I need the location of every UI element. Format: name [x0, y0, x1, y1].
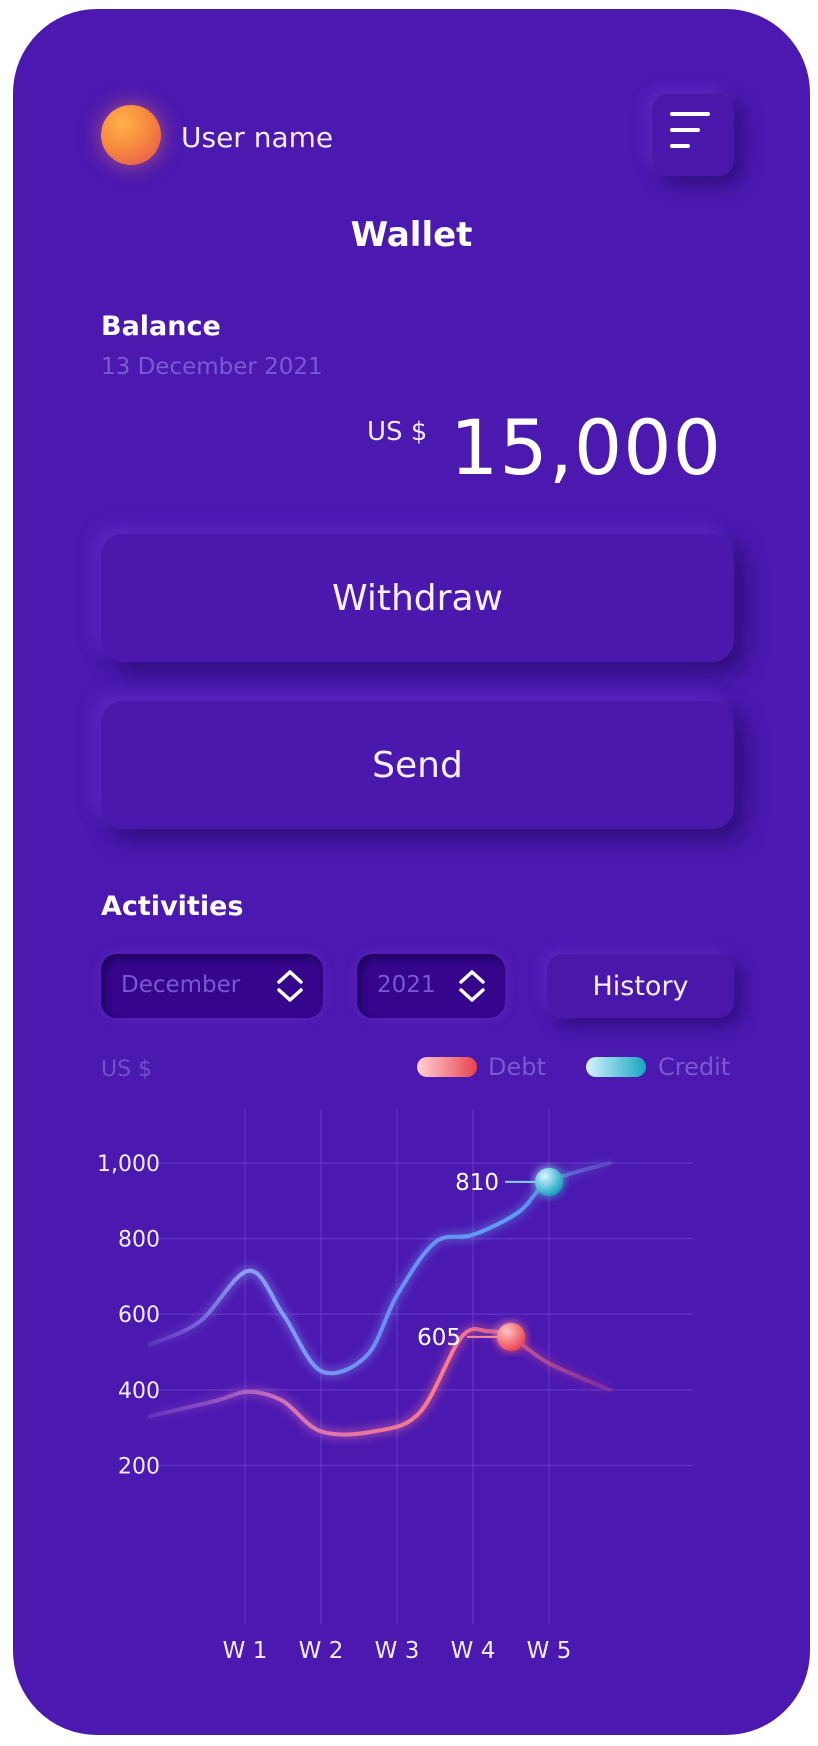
data-label-credit: 810	[455, 1170, 499, 1196]
data-point-marker-debt[interactable]	[497, 1322, 525, 1351]
x-tick-label: W 1	[223, 1638, 268, 1664]
y-tick-label: 800	[118, 1228, 160, 1253]
y-tick-label: 1,000	[97, 1152, 160, 1177]
series-line-debt	[148, 1326, 612, 1437]
y-tick-label: 600	[118, 1303, 160, 1328]
data-point-marker-credit[interactable]	[535, 1167, 563, 1196]
y-tick-label: 200	[118, 1454, 160, 1479]
activities-chart: 1,000 800 600 400 200 W 1 W 2 W 3 W 4 W 5 810 605	[97, 1109, 693, 1664]
y-tick-label: 400	[118, 1379, 160, 1404]
phone-screen: User name Wallet Balance 13 December 202…	[13, 9, 810, 1735]
data-label-debt: 605	[417, 1325, 461, 1351]
x-tick-label: W 3	[375, 1638, 420, 1664]
x-tick-label: W 2	[299, 1638, 344, 1664]
x-tick-label: W 5	[527, 1638, 572, 1664]
x-tick-label: W 4	[451, 1638, 496, 1664]
series-line-credit	[148, 1161, 612, 1376]
